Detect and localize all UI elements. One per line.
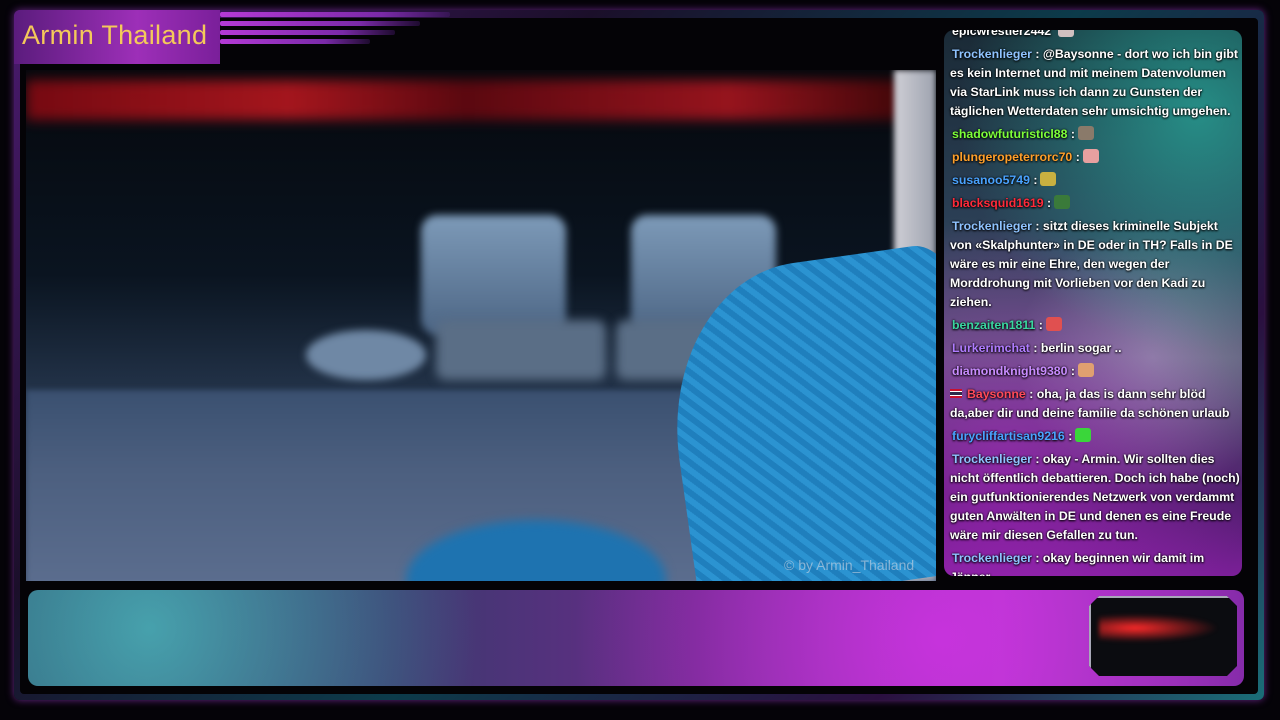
chat-text: :: [1067, 364, 1075, 378]
blurred-table: [306, 330, 426, 380]
chat-message: plungeropeterrorc70 :: [950, 148, 1240, 167]
chat-username[interactable]: benzaiten1811: [950, 318, 1035, 332]
chat-username[interactable]: plungeropeterrorc70: [950, 150, 1072, 164]
chat-message: benzaiten1811 :: [950, 316, 1240, 335]
emote-icon: [1075, 428, 1092, 442]
chat-text: :: [1064, 429, 1073, 443]
chat-username[interactable]: Lurkerimchat: [950, 341, 1030, 355]
chat-text: :: [1029, 173, 1038, 187]
webcam-box: [1089, 596, 1237, 676]
chat-message: Trockenlieger : okay beginnen wir damit …: [950, 549, 1240, 576]
emote-icon: [1057, 30, 1074, 37]
chat-text: :: [1072, 150, 1080, 164]
emote-icon: [1078, 363, 1094, 377]
chat-username[interactable]: Trockenlieger: [950, 551, 1032, 565]
video-feed: [26, 70, 936, 581]
chat-message-list: epicwrestler2442 Trockenlieger : @Bayson…: [950, 30, 1240, 576]
emote-icon: [1054, 195, 1071, 209]
chat-message: Trockenlieger : sitzt dieses kriminelle …: [950, 217, 1240, 312]
chat-message: blacksquid1619 :: [950, 194, 1240, 213]
chat-text: :: [1035, 318, 1043, 332]
chat-message: shadowfuturisticl88 :: [950, 125, 1240, 144]
chat-username[interactable]: blacksquid1619: [950, 196, 1044, 210]
chat-username[interactable]: Baysonne: [965, 387, 1026, 401]
blurred-seat: [436, 320, 606, 380]
chat-username[interactable]: Trockenlieger: [950, 452, 1032, 466]
chat-username[interactable]: Trockenlieger: [950, 47, 1032, 61]
chat-message: Trockenlieger : okay - Armin. Wir sollte…: [950, 450, 1240, 545]
video-watermark: © by Armin_Thailand: [784, 557, 915, 573]
chat-message: Trockenlieger : @Baysonne - dort wo ich …: [950, 45, 1240, 121]
emote-icon: [1040, 172, 1057, 186]
chat-username[interactable]: epicwrestler2442: [950, 30, 1051, 38]
chat-message: epicwrestler2442: [950, 30, 1240, 41]
decorative-stripes: [220, 12, 450, 48]
webcam-glow: [1099, 614, 1219, 642]
chat-text: :: [1043, 196, 1052, 210]
thai-flag-icon: [950, 389, 962, 398]
chat-username[interactable]: diamondknight9380: [950, 364, 1067, 378]
emote-icon: [1082, 149, 1099, 163]
chat-username[interactable]: susanoo5749: [950, 173, 1030, 187]
chat-message: susanoo5749 :: [950, 171, 1240, 190]
bottom-bar: [28, 590, 1244, 686]
emote-icon: [1045, 317, 1062, 331]
emote-icon: [1078, 126, 1094, 140]
chat-message: Baysonne : oha, ja das is dann sehr blöd…: [950, 385, 1240, 423]
chat-username[interactable]: furycliffartisan9216: [950, 429, 1065, 443]
stream-title: Armin Thailand: [22, 20, 208, 50]
blurred-chair: [421, 215, 566, 335]
chat-panel[interactable]: epicwrestler2442 Trockenlieger : @Bayson…: [944, 30, 1242, 576]
chat-message: Lurkerimchat : berlin sogar ..: [950, 339, 1240, 358]
chat-message: diamondknight9380 :: [950, 362, 1240, 381]
chat-text: : berlin sogar ..: [1029, 341, 1122, 355]
chat-message: furycliffartisan9216 :: [950, 427, 1240, 446]
chat-username[interactable]: Trockenlieger: [950, 219, 1032, 233]
chat-text: [1051, 30, 1054, 38]
chat-username[interactable]: shadowfuturisticl88: [950, 127, 1067, 141]
chat-text: :: [1067, 127, 1075, 141]
blurred-sign: [26, 80, 906, 120]
